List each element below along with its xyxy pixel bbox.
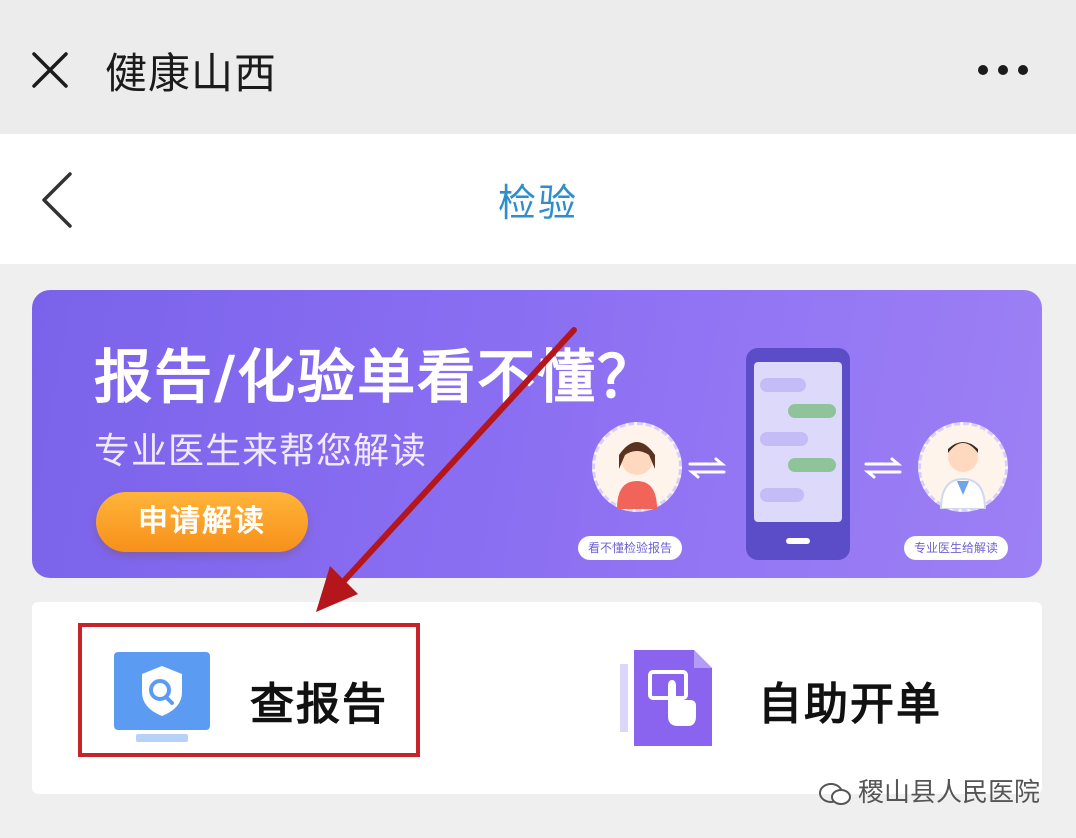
exchange-arrows-icon-2 <box>864 457 902 479</box>
banner-subtitle: 专业医生来帮您解读 <box>94 431 428 472</box>
patient-avatar-icon <box>592 422 682 512</box>
report-interpretation-banner[interactable]: 报告/化验单看不懂？ 专业医生来帮您解读 申请解读 看不懂检验报告 专业医生给解… <box>32 290 1042 578</box>
exchange-arrows-icon <box>688 457 726 479</box>
wechat-icon <box>819 782 851 805</box>
phone-chat-illustration <box>746 348 850 560</box>
close-icon[interactable] <box>30 50 70 90</box>
apply-interpretation-button[interactable]: 申请解读 <box>96 492 308 552</box>
app-title: 健康山西 <box>105 49 278 98</box>
doctor-tag: 专业医生给解读 <box>904 536 1009 560</box>
patient-tag: 看不懂检验报告 <box>578 536 683 560</box>
page-title: 检验 <box>497 181 578 225</box>
touch-order-icon <box>620 650 712 746</box>
banner-headline: 报告/化验单看不懂？ <box>94 343 658 411</box>
self-order-label[interactable]: 自助开单 <box>758 668 942 732</box>
more-options-icon[interactable] <box>975 60 1031 80</box>
highlight-annotation-box <box>78 623 420 757</box>
account-watermark: 稷山县人民医院 <box>818 775 1040 811</box>
doctor-avatar-icon <box>918 422 1008 512</box>
watermark-text: 稷山县人民医院 <box>858 778 1041 808</box>
